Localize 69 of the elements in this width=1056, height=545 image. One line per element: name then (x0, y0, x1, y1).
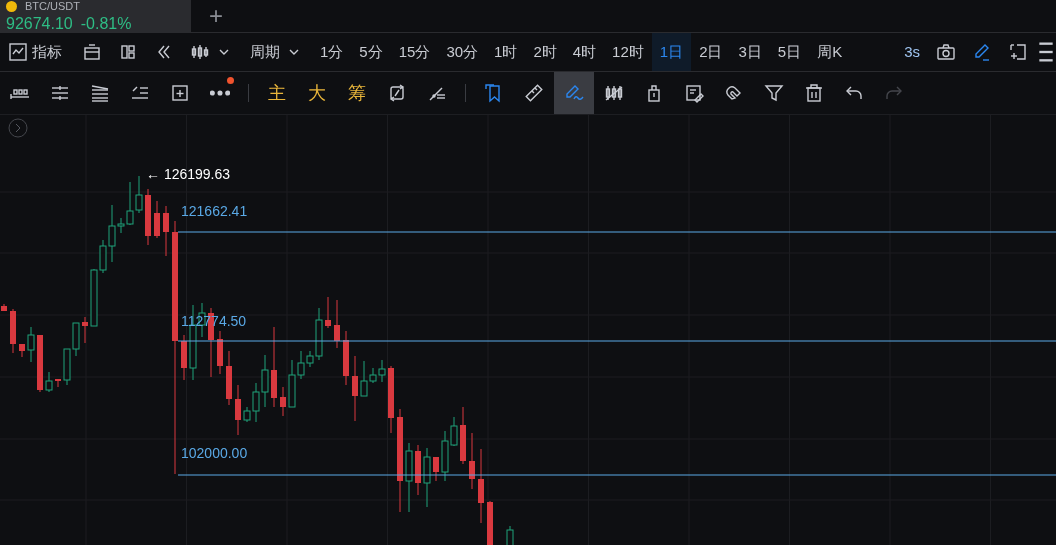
interval-tab[interactable]: 周K (809, 33, 851, 71)
price-level-label: 121662.41 (181, 203, 248, 219)
candle (433, 456, 439, 482)
candle (19, 343, 25, 358)
coin-icon (6, 0, 17, 12)
candle (423, 447, 431, 508)
price-level-label: 102000.00 (181, 445, 248, 461)
parallel-lines-icon (90, 83, 110, 103)
price-change: -0.81% (80, 15, 132, 32)
line-chart-icon (8, 42, 28, 62)
candle (352, 355, 358, 422)
candle (217, 330, 223, 375)
candle (145, 188, 151, 246)
candle (154, 200, 160, 239)
candle (55, 378, 61, 388)
candle (82, 316, 88, 344)
candle (1, 303, 7, 312)
peak-price-label: ← 126199.63 (146, 166, 231, 182)
quick-toggle-button[interactable]: 大 (297, 72, 337, 114)
candle (487, 500, 493, 545)
candle (226, 350, 232, 406)
interval-tab[interactable]: 4时 (564, 33, 605, 71)
candle (45, 371, 53, 393)
square-plus-icon (170, 83, 190, 103)
candle (235, 384, 241, 436)
candle (334, 299, 340, 349)
interval-tab[interactable]: 15分 (390, 33, 439, 71)
last-price: 92674.10 (6, 15, 73, 32)
candlestick-icon (190, 42, 210, 62)
symbol-tab[interactable]: BTC/USDT 92674.10 -0.81% (0, 0, 191, 32)
interval-tab[interactable]: 1时 (486, 33, 526, 71)
candle (163, 205, 169, 257)
candle (325, 296, 331, 329)
candle (415, 444, 421, 496)
add-window-icon (1008, 42, 1028, 62)
menu-icon (1036, 42, 1056, 62)
cycle-icon (387, 83, 407, 103)
interval-tab[interactable]: 30分 (438, 33, 487, 71)
interval-tab[interactable]: 3日 (730, 33, 770, 71)
quick-toggle-button[interactable]: 主 (257, 72, 297, 114)
candle (343, 330, 349, 386)
candle (280, 386, 286, 417)
quick-toggle-button[interactable]: 筹 (337, 72, 377, 114)
interval-tab[interactable]: 5日 (769, 33, 810, 71)
layout-icon (118, 42, 138, 62)
candle (10, 308, 16, 354)
interval-tab[interactable]: 2日 (691, 33, 731, 71)
candle (181, 334, 187, 381)
period-dropdown[interactable]: 周期 (250, 33, 304, 71)
refresh-interval-button[interactable]: 3s (904, 33, 920, 71)
interval-tab[interactable]: 2时 (525, 33, 565, 71)
screenshot-icon (936, 42, 956, 62)
candle (506, 525, 514, 545)
interval-tab[interactable]: 1分 (312, 33, 352, 71)
interval-tab[interactable]: 5分 (351, 33, 391, 71)
candle (405, 442, 413, 513)
candle (27, 326, 35, 363)
interval-tab[interactable]: 1日 (651, 33, 692, 71)
candle (37, 334, 43, 393)
horizontal-lines-icon (50, 83, 70, 103)
symbol-name: BTC/USDT (25, 0, 80, 12)
candle (388, 365, 394, 434)
panel-icon (82, 42, 102, 62)
interval-tab[interactable]: 12时 (604, 33, 652, 71)
draw-mode-icon (972, 42, 992, 62)
indicator-button[interactable]: 指标 (8, 33, 62, 71)
candle (469, 432, 475, 490)
add-tab-button[interactable]: + (191, 0, 223, 32)
candle (460, 406, 466, 465)
